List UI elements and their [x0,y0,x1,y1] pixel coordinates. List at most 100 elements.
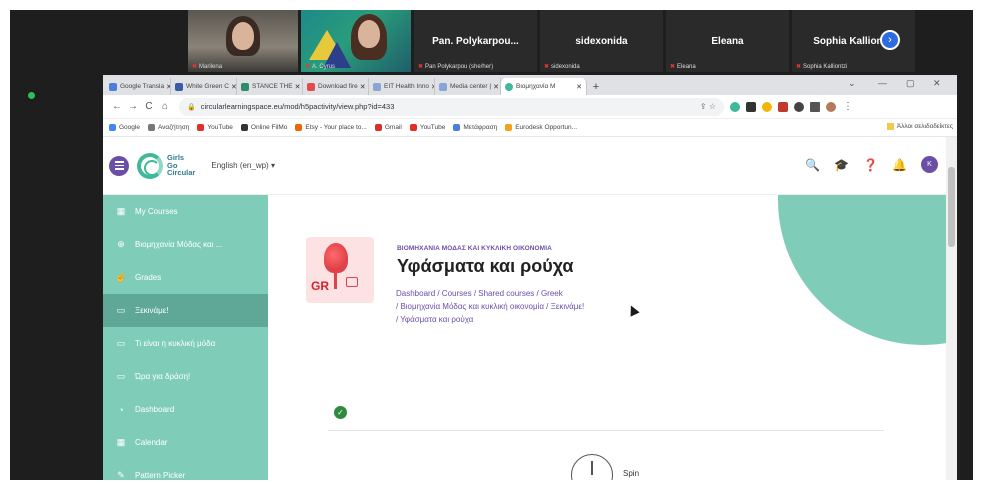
browser-tab[interactable]: EIT Health Inno✕ [369,78,435,95]
search-icon[interactable]: 🔍 [805,158,820,172]
tab-favicon-icon [373,82,381,91]
maximize-button[interactable]: ▢ [906,78,915,89]
sidebar-item-my-courses[interactable]: ▦ My Courses [103,195,268,228]
bookmark-item[interactable]: YouTube [409,124,445,131]
participant-tile-3[interactable]: Pan. Polykarpou... ✖ Pan Polykarpou (she/… [414,10,537,72]
profile-avatar[interactable] [826,101,836,112]
language-selector[interactable]: English (en_wp) ▾ [211,161,275,170]
close-window-button[interactable]: ✕ [933,78,941,89]
tab-favicon-icon [241,82,249,91]
browser-tab-active[interactable]: Βιομηχανία Μ ✕ [501,78,587,95]
browser-menu-icon[interactable]: ⋮ [840,101,856,112]
browser-tab[interactable]: STANCE THE ✕ [237,78,303,95]
bookmark-favicon-icon [109,124,116,131]
course-category: ΒΙΟΜΗΧΑΝΙΑ ΜΟΔΑΣ ΚΑΙ ΚΥΚΛΙΚΗ ΟΙΚΟΝΟΜΙΑ [397,245,552,252]
sidebar-item-section-start[interactable]: ▭ Ξεκινάμε! [103,294,268,327]
close-icon[interactable]: ✕ [164,83,170,91]
scrollbar-thumb[interactable] [948,167,955,247]
minimize-button[interactable]: — [878,78,887,88]
tab-favicon-icon [109,82,117,91]
browser-tab[interactable]: Media center | ✕ [435,78,501,95]
participant-label: ✖ Sophia Kalliontzi [796,64,848,70]
folder-icon: ▭ [116,371,126,381]
tab-favicon-icon [175,82,183,91]
sidebar-item-course[interactable]: ⊕ Βιομηχανία Μόδας και ... [103,228,268,261]
url-input[interactable]: 🔒 circularlearningspace.eu/mod/h5pactivi… [179,97,724,116]
more-participants-button[interactable]: › [880,30,900,50]
extension-icon[interactable] [746,101,756,112]
folder-icon: ▭ [116,305,126,315]
bookmark-item[interactable]: Google [109,124,140,131]
address-bar: ← → C ⌂ 🔒 circularlearningspace.eu/mod/h… [103,95,957,119]
participant-label: ✖ Pan Polykarpou (she/her) [418,64,494,70]
sidebar-item-calendar[interactable]: ▦ Calendar [103,426,268,459]
close-icon[interactable]: ✕ [293,83,301,91]
breadcrumb-line[interactable]: / Βιομηχανία Μόδας και κυκλική οικονομία… [396,300,686,313]
participant-name: Pan. Polykarpou... [432,35,519,47]
participant-tile-2[interactable]: ✖ A. Cyrus [301,10,411,72]
back-icon[interactable]: ← [109,101,125,112]
extensions-puzzle-icon[interactable] [794,101,804,112]
reload-icon[interactable]: C [141,101,157,112]
new-tab-button[interactable]: + [587,78,605,95]
mic-muted-icon: ✖ [305,64,311,70]
tab-search-icon[interactable]: ⌄ [848,78,856,89]
user-avatar[interactable]: K [921,156,938,173]
participant-face [232,22,254,50]
browser-tab[interactable]: Google Transla✕ [105,78,171,95]
breadcrumb-line[interactable]: / Υφάσματα και ρούχα [396,313,686,326]
close-icon[interactable]: ✕ [358,83,366,91]
bookmark-star-icon[interactable]: ⇪ ☆ [700,102,716,111]
bookmark-item[interactable]: YouTube [197,124,233,131]
bookmark-favicon-icon [197,124,205,131]
course-image: GR [306,237,374,303]
sidebar-item-section-circular[interactable]: ▭ Τι είναι η κυκλική μόδα [103,327,268,360]
participant-tile-4[interactable]: sidexonida ✖ sidexonida [540,10,663,72]
site-logo-text[interactable]: Girls Go Circular [167,154,195,177]
dashboard-icon: ◔ [118,404,124,415]
sidebar-item-pattern-picker[interactable]: ✎ Pattern Picker [103,459,268,480]
bookmark-item[interactable]: Etsy - Your place to... [295,124,367,131]
home-icon[interactable]: ⌂ [157,101,173,112]
tab-favicon-icon [307,82,315,91]
browser-tab[interactable]: White Green C ✕ [171,78,237,95]
participant-tile-1[interactable]: ✖ Marilena [188,10,298,72]
bookmark-item[interactable]: Eurodesk Opportun... [505,124,577,131]
close-icon[interactable]: ✕ [491,83,499,91]
bookmark-favicon-icon [240,124,248,131]
page-scrollbar[interactable] [946,137,957,480]
mic-muted-icon: ✖ [192,64,198,70]
extension-icon[interactable] [778,101,788,112]
clock-icon [571,454,613,480]
mic-muted-icon: ✖ [670,64,676,70]
completion-check-icon: ✓ [334,406,347,419]
page-title: Υφάσματα και ρούχα [397,256,574,276]
bookmark-item[interactable]: Αναζήτηση [147,124,189,131]
grades-icon: ☝ [115,272,127,282]
bookmark-item[interactable]: Gmail [374,124,402,131]
other-bookmarks[interactable]: Άλλοι σελιδοδείκτες [886,123,953,130]
extension-icon[interactable] [762,101,772,112]
sidebar-item-section-action[interactable]: ▭ Ώρα για δράση! [103,360,268,393]
language-badge: GR [311,279,329,293]
bookmark-favicon-icon [147,124,155,131]
participant-label: ✖ Marilena [192,64,223,70]
help-icon[interactable]: ❓ [863,158,878,172]
notification-bell-icon[interactable]: 🔔 [892,158,907,172]
extension-icon[interactable] [730,101,740,112]
bookmark-item[interactable]: Μετάφραση [453,124,497,131]
breadcrumb-line[interactable]: Dashboard / Courses / Shared courses / G… [396,287,686,300]
bookmark-item[interactable]: Online FilMo [240,124,287,131]
forward-icon[interactable]: → [125,101,141,112]
girls-go-circular-logo-icon[interactable] [137,152,163,179]
participant-tile-5[interactable]: Eleana ✖ Eleana [666,10,789,72]
sidebar-item-grades[interactable]: ☝ Grades [103,261,268,294]
close-icon[interactable]: ✕ [229,83,236,91]
site-header: Girls Go Circular English (en_wp) ▾ 🔍 🎓 … [103,137,946,195]
browser-tab[interactable]: Download fire ✕ [303,78,369,95]
hamburger-menu-button[interactable] [109,155,129,176]
graduation-cap-icon[interactable]: 🎓 [834,158,849,172]
sidebar-item-dashboard[interactable]: ◔ Dashboard [103,393,268,426]
side-panel-icon[interactable] [810,101,820,112]
close-icon[interactable]: ✕ [574,83,582,91]
